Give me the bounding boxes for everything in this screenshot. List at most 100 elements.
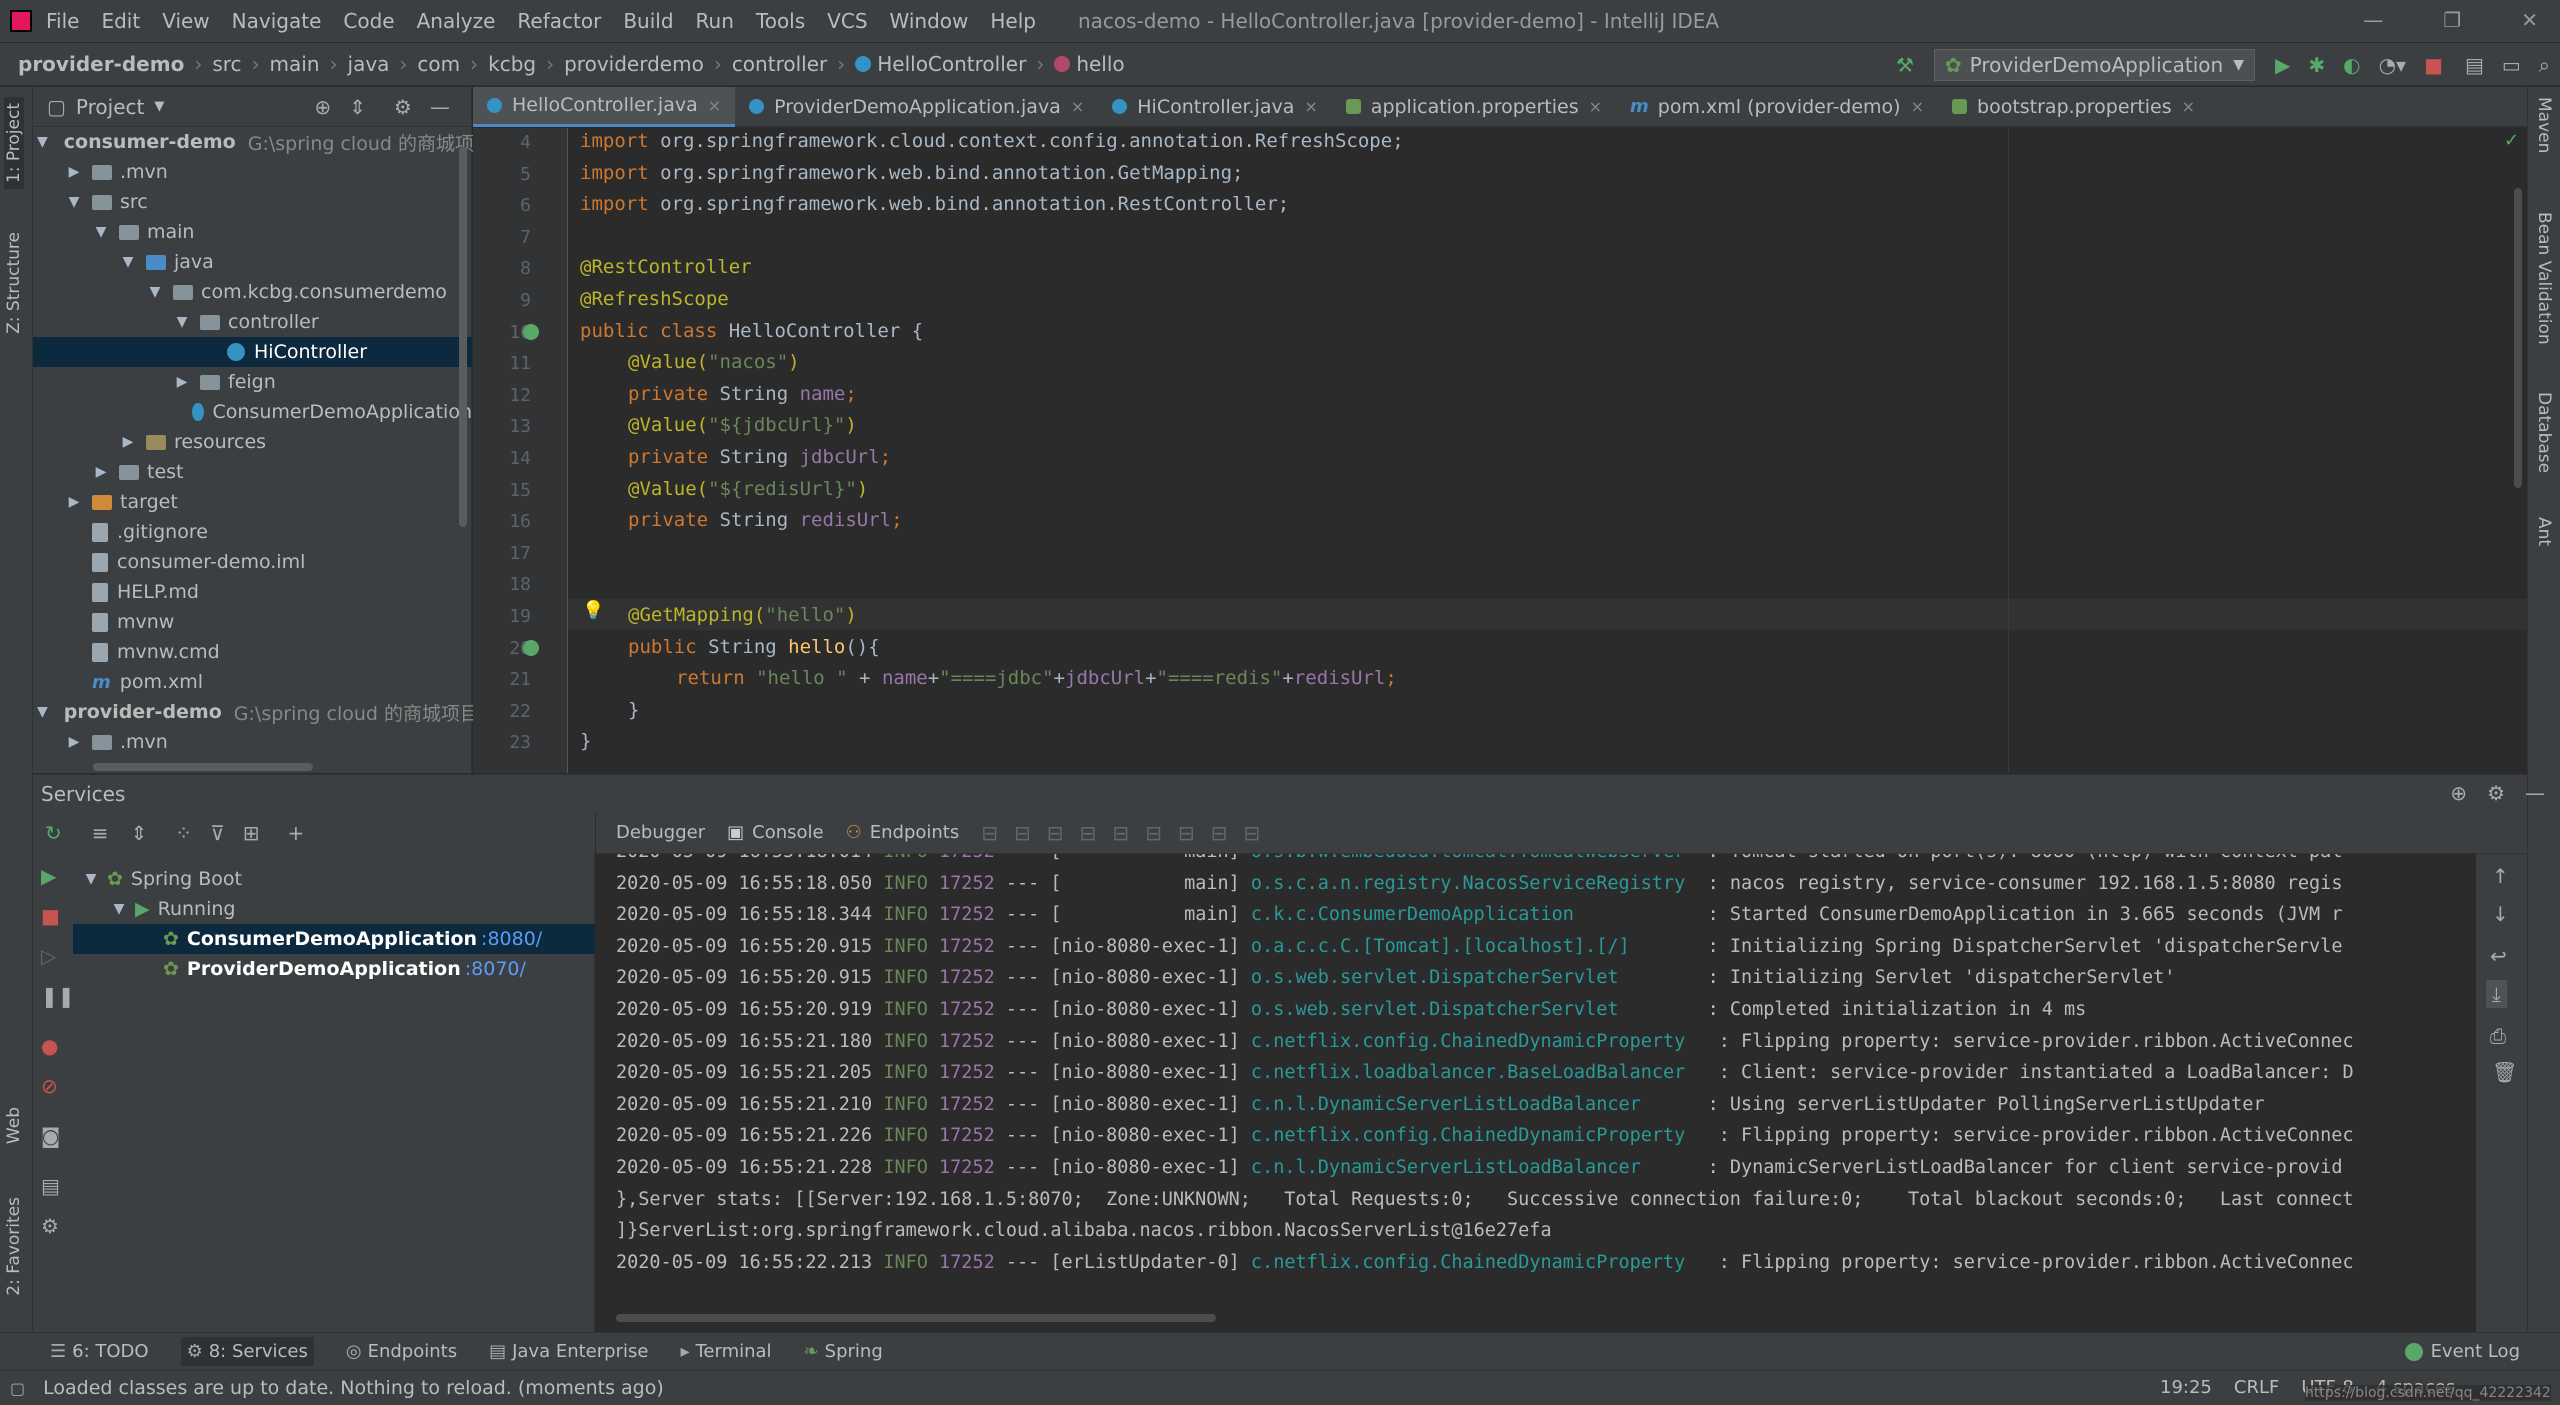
collapsed-arrow-icon[interactable]: ▶ xyxy=(118,434,138,450)
bottom-tab[interactable]: ⚙ 8: Services xyxy=(180,1337,314,1366)
locate-icon[interactable]: ⊕ xyxy=(2450,781,2467,805)
close-tab-icon[interactable]: × xyxy=(2182,97,2195,116)
mute-breakpoints-icon[interactable]: ⊘ xyxy=(41,1074,67,1124)
service-tree-item[interactable]: ✿ ProviderDemoApplication:8070/ xyxy=(73,954,595,984)
breadcrumb-item[interactable]: HelloController xyxy=(877,52,1026,76)
project-tree-item[interactable]: HiController xyxy=(33,337,472,367)
editor-tab[interactable]: HiController.java × xyxy=(1098,87,1332,127)
project-tree-item[interactable]: m pom.xml xyxy=(33,667,472,697)
collapsed-arrow-icon[interactable]: ▶ xyxy=(172,374,192,390)
collapsed-arrow-icon[interactable]: ▶ xyxy=(64,164,84,180)
project-tree-item[interactable]: mvnw.cmd xyxy=(33,637,472,667)
hide-panel-icon[interactable]: — xyxy=(430,95,450,119)
restore-icon[interactable]: ❐ xyxy=(2443,8,2461,32)
expanded-arrow-icon[interactable]: ▼ xyxy=(118,254,138,270)
scroll-down-icon[interactable]: ↓ xyxy=(2492,902,2509,926)
project-tool-tab[interactable]: 1: Project xyxy=(4,97,24,190)
bean-gutter-icon[interactable] xyxy=(523,639,539,656)
menu-item-file[interactable]: File xyxy=(46,9,79,33)
menu-item-window[interactable]: Window xyxy=(890,9,969,33)
lightbulb-icon[interactable]: 💡 xyxy=(582,600,604,621)
collapsed-arrow-icon[interactable]: ▶ xyxy=(64,734,84,750)
menu-item-build[interactable]: Build xyxy=(623,9,673,33)
drop-frame-icon[interactable]: ⊟ xyxy=(1145,821,1162,845)
close-icon[interactable]: ✕ xyxy=(2521,8,2538,32)
close-tab-icon[interactable]: × xyxy=(1071,97,1084,116)
new-tab-icon[interactable]: ⊞ xyxy=(243,821,260,845)
layout-icon[interactable]: ⊟ xyxy=(981,821,998,845)
breadcrumb-item[interactable]: main xyxy=(270,52,320,76)
project-tree-item[interactable]: ▶ .mvn xyxy=(33,157,472,187)
project-tree-item[interactable]: ▼ controller xyxy=(33,307,472,337)
profile-icon[interactable]: ◔▾ xyxy=(2379,53,2407,77)
breadcrumb-item[interactable]: com xyxy=(417,52,460,76)
project-tree-item[interactable]: .gitignore xyxy=(33,517,472,547)
project-tree-item[interactable]: ▼ main xyxy=(33,217,472,247)
project-view-select[interactable]: Project xyxy=(76,95,144,119)
project-tree-item[interactable]: ▼ java xyxy=(33,247,472,277)
tree-horizontal-scrollbar[interactable] xyxy=(93,763,313,771)
expand-all-icon[interactable]: ≡ xyxy=(92,821,109,845)
console-horizontal-scrollbar[interactable] xyxy=(616,1314,1216,1322)
close-tab-icon[interactable]: × xyxy=(708,96,721,115)
project-tree-item[interactable]: ▼ provider-demo G:\spring cloud 的商城项目\ xyxy=(33,697,485,727)
scroll-to-end-icon[interactable]: ⤓ xyxy=(2486,980,2507,1008)
editor-tab[interactable]: application.properties × xyxy=(1332,87,1616,127)
editor-tab[interactable]: ProviderDemoApplication.java × xyxy=(735,87,1098,127)
project-tree-item[interactable]: ▶ resources xyxy=(33,427,472,457)
resume-icon[interactable]: ▷ xyxy=(41,944,67,984)
service-port-link[interactable]: :8080/ xyxy=(481,928,542,950)
project-tree-item[interactable]: ConsumerDemoApplication xyxy=(33,397,472,427)
scroll-up-icon[interactable]: ↑ xyxy=(2492,864,2509,888)
tab-debugger[interactable]: Debugger xyxy=(616,822,705,843)
project-tree-item[interactable]: ▼ src xyxy=(33,187,472,217)
trace-icon[interactable]: ⊟ xyxy=(1243,821,1260,845)
hide-panel-icon[interactable]: — xyxy=(2525,781,2545,805)
console-output[interactable]: 2020-05-09 16:55:18.014 INFO 17252 --- [… xyxy=(596,854,2476,1332)
tab-console[interactable]: ▣ Console xyxy=(727,822,823,843)
project-tree-item[interactable]: consumer-demo.iml xyxy=(33,547,472,577)
project-tree-item[interactable]: ▶ .mvn xyxy=(33,727,472,757)
project-tree-item[interactable]: ▶ feign xyxy=(33,367,472,397)
caret-position[interactable]: 19:25 xyxy=(2160,1377,2212,1398)
locate-icon[interactable]: ⊕ xyxy=(314,95,331,119)
step-out-icon[interactable]: ⊟ xyxy=(1112,821,1129,845)
run-icon[interactable]: ▶ xyxy=(2275,53,2290,77)
stop-icon[interactable]: ■ xyxy=(2424,53,2443,77)
coverage-icon[interactable]: ◐ xyxy=(2343,53,2360,77)
close-tab-icon[interactable]: × xyxy=(1911,97,1924,116)
stop-icon[interactable]: ■ xyxy=(41,904,67,944)
line-separator[interactable]: CRLF xyxy=(2234,1377,2279,1398)
menu-item-refactor[interactable]: Refactor xyxy=(517,9,601,33)
build-hammer-icon[interactable]: ⚒ xyxy=(1896,53,1914,77)
expanded-arrow-icon[interactable]: ▼ xyxy=(172,314,192,330)
step-into-icon[interactable]: ⊟ xyxy=(1047,821,1064,845)
gear-icon[interactable]: ⚙ xyxy=(2487,781,2505,805)
breadcrumb-item[interactable]: provider-demo xyxy=(18,52,184,76)
ant-tool-tab[interactable]: Ant xyxy=(2534,517,2554,546)
add-service-icon[interactable]: + xyxy=(287,821,304,845)
expanded-arrow-icon[interactable]: ▼ xyxy=(37,704,48,720)
project-tree-item[interactable]: mvnw xyxy=(33,607,472,637)
editor-tab[interactable]: bootstrap.properties × xyxy=(1938,87,2209,127)
maven-tool-tab[interactable]: Maven xyxy=(2534,97,2554,153)
soft-wrap-icon[interactable]: ↩ xyxy=(2490,944,2507,968)
breadcrumb-item[interactable]: providerdemo xyxy=(564,52,704,76)
breadcrumb-item[interactable]: kcbg xyxy=(488,52,536,76)
tree-vertical-scrollbar[interactable] xyxy=(459,147,467,527)
bean-validation-tool-tab[interactable]: Bean Validation xyxy=(2534,212,2554,345)
menu-item-run[interactable]: Run xyxy=(696,9,734,33)
editor-tab[interactable]: m pom.xml (provider-demo) × xyxy=(1616,87,1938,127)
breadcrumb-item[interactable]: hello xyxy=(1076,52,1124,76)
run-icon[interactable]: ▶ xyxy=(41,864,67,904)
tab-endpoints[interactable]: ⚇ Endpoints xyxy=(846,822,960,843)
minimize-icon[interactable]: — xyxy=(2363,8,2383,32)
expanded-arrow-icon[interactable]: ▼ xyxy=(64,194,84,210)
menu-item-help[interactable]: Help xyxy=(990,9,1036,33)
expanded-arrow-icon[interactable]: ▼ xyxy=(91,224,111,240)
menu-item-analyze[interactable]: Analyze xyxy=(417,9,496,33)
menu-item-vcs[interactable]: VCS xyxy=(827,9,867,33)
project-structure-icon[interactable]: ▤ xyxy=(2465,53,2484,77)
group-by-icon[interactable]: ⁘ xyxy=(175,821,192,845)
project-tree-item[interactable]: ▶ target xyxy=(33,487,472,517)
